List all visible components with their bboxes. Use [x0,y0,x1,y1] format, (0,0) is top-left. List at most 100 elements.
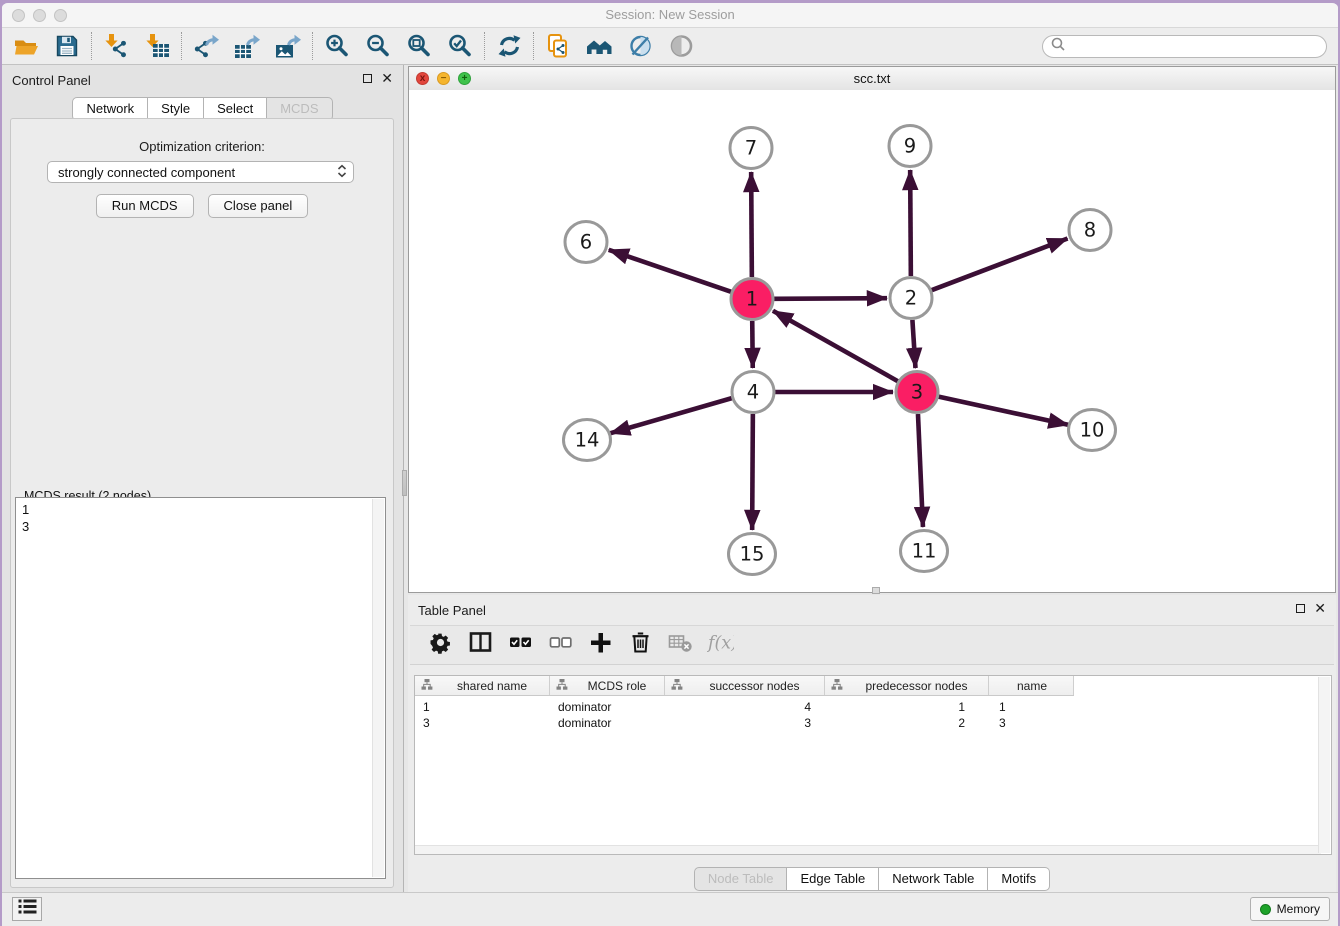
zoom-in-button[interactable] [317,30,358,62]
graph-edge-4-15[interactable] [752,414,753,530]
zoom-out-button[interactable] [358,30,399,62]
zoom-selected-button[interactable] [440,30,481,62]
add-column-icon [587,629,614,661]
column-header-name[interactable]: name [989,676,1074,695]
graph-edge-4-14[interactable] [610,398,732,433]
split-handle-horizontal[interactable] [872,587,880,594]
add-column-button[interactable] [586,631,614,659]
table-cell[interactable]: 4 [665,699,825,715]
table-cell[interactable]: 1 [415,699,550,715]
import-network-icon [103,33,130,60]
column-header-successor-nodes[interactable]: successor nodes [665,676,825,695]
graph-node-11[interactable]: 11 [901,531,948,572]
close-panel-icon[interactable]: ✕ [381,73,393,84]
column-header-shared-name[interactable]: shared name [415,676,550,695]
refresh-layout-icon [496,33,523,60]
result-scrollbar[interactable] [372,499,384,877]
zoom-fit-button[interactable] [399,30,440,62]
delete-column-button[interactable] [626,631,654,659]
hide-graphics-details-button[interactable] [620,30,661,62]
split-handle-vertical[interactable] [402,470,407,496]
table-tab-edge-table[interactable]: Edge Table [787,867,879,891]
graph-node-3[interactable]: 3 [896,372,938,413]
table-cell[interactable]: dominator [550,699,665,715]
column-header-predecessor-nodes[interactable]: predecessor nodes [825,676,989,695]
table-settings-button[interactable] [426,631,454,659]
graph-node-14[interactable]: 14 [564,420,611,461]
table-cell[interactable]: 3 [415,715,550,731]
table-cell[interactable]: 1 [989,699,1074,715]
graph-node-4[interactable]: 4 [732,372,774,413]
graph-edge-3-11[interactable] [918,414,923,527]
table-hscrollbar[interactable] [415,845,1321,854]
network-window-titlebar[interactable]: x − + scc.txt [409,67,1335,91]
zoom-in-icon [324,33,351,60]
graph-edge-2-9[interactable] [910,170,911,276]
table-tab-network-table[interactable]: Network Table [879,867,988,891]
home-network-button[interactable] [579,30,620,62]
graph-node-1[interactable]: 1 [731,279,773,320]
table-cell[interactable]: 2 [825,715,989,731]
close-panel-button[interactable]: Close panel [208,194,309,218]
table-header-row: shared nameMCDS rolesuccessor nodesprede… [415,676,1074,696]
graph-edge-3-10[interactable] [938,397,1068,425]
graph-edge-1-6[interactable] [609,250,731,292]
float-table-panel-icon[interactable] [1296,604,1305,613]
graph-node-6[interactable]: 6 [565,222,607,263]
export-image-button[interactable] [268,30,309,62]
export-table-button[interactable] [227,30,268,62]
save-session-button[interactable] [47,30,88,62]
mcds-result-list[interactable]: 13 [16,498,373,878]
graph-node-10[interactable]: 10 [1069,410,1116,451]
deselect-all-rows-button[interactable] [546,631,574,659]
save-session-icon [54,33,81,60]
graph-node-2[interactable]: 2 [890,278,932,319]
table-vscrollbar[interactable] [1318,677,1330,853]
graph-node-7[interactable]: 7 [730,128,772,169]
table-tab-node-table[interactable]: Node Table [694,867,788,891]
run-mcds-button[interactable]: Run MCDS [96,194,194,218]
table-cell[interactable]: 1 [825,699,989,715]
search-box[interactable] [1042,35,1327,58]
copy-network-icon [545,33,572,60]
column-visibility-button[interactable] [466,631,494,659]
table-row[interactable]: 1dominator411 [415,699,1074,715]
mcds-result-line: 1 [22,501,367,518]
column-header-MCDS-role[interactable]: MCDS role [550,676,665,695]
table-cell[interactable]: 3 [665,715,825,731]
import-table-button[interactable] [137,30,178,62]
graph-edge-2-8[interactable] [932,239,1068,291]
graph-edge-1-7[interactable] [751,172,752,277]
table-settings-icon [427,629,454,661]
table-cell[interactable]: 3 [989,715,1074,731]
table-tab-motifs[interactable]: Motifs [988,867,1050,891]
graph-node-label: 8 [1084,219,1096,242]
task-history-button[interactable] [12,897,42,921]
export-network-button[interactable] [186,30,227,62]
graph-edge-1-4[interactable] [752,321,753,368]
graph-edge-2-3[interactable] [912,320,915,368]
close-table-panel-icon[interactable]: ✕ [1314,603,1326,614]
graph-node-8[interactable]: 8 [1069,210,1111,251]
copy-network-button[interactable] [538,30,579,62]
graph-edge-1-2[interactable] [774,298,887,299]
graph-edge-3-1[interactable] [773,311,898,381]
import-network-button[interactable] [96,30,137,62]
float-panel-icon[interactable] [363,74,372,83]
memory-button[interactable]: Memory [1250,897,1330,921]
network-canvas[interactable]: 7 9 6 8 1 2 4 3 14 10 15 11 [409,90,1335,592]
table-cell[interactable]: dominator [550,715,665,731]
table-row[interactable]: 3dominator323 [415,715,1074,731]
criterion-dropdown[interactable]: strongly connected component [47,161,354,183]
graph-node-label: 6 [580,231,592,254]
open-file-button[interactable] [6,30,47,62]
optimization-criterion-label: Optimization criterion: [11,139,393,154]
search-input[interactable] [1066,36,1326,56]
graph-node-9[interactable]: 9 [889,126,931,167]
memory-status-icon [1260,904,1271,915]
export-network-icon [193,33,220,60]
toolbar-separator [181,32,183,60]
graph-node-15[interactable]: 15 [729,534,776,575]
select-all-rows-button[interactable] [506,631,534,659]
refresh-layout-button[interactable] [489,30,530,62]
